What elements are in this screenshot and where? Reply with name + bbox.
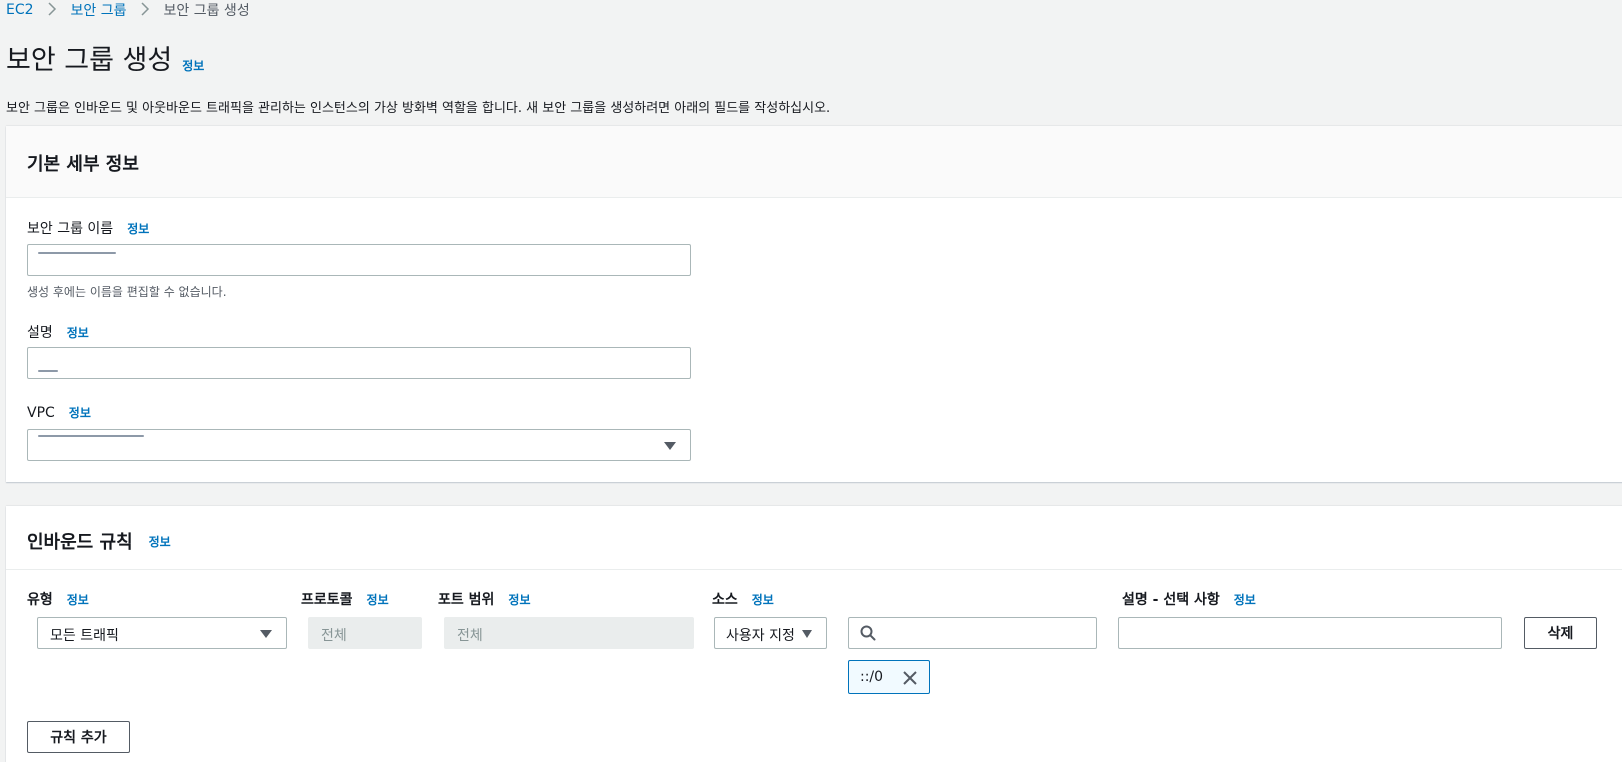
inbound-rules-panel: 인바운드 규칙 정보 유형 정보 프로토콜 정보 포트 범위 정보 소스 정보 … — [6, 506, 1622, 762]
breadcrumb-ec2[interactable]: EC2 — [6, 2, 34, 18]
page-title: 보안 그룹 생성 — [6, 45, 173, 76]
col-protocol-header: 프로토콜 — [301, 592, 353, 608]
rule-protocol-value: 전체 — [321, 628, 347, 644]
rule-source-mode-value: 사용자 지정 — [726, 628, 795, 644]
col-protocol-info-link[interactable]: 정보 — [367, 591, 389, 608]
page-info-link[interactable]: 정보 — [182, 57, 204, 74]
rule-source-search-input[interactable] — [848, 617, 1097, 649]
close-icon[interactable] — [903, 670, 917, 689]
source-token-value: ::/0 — [860, 669, 884, 685]
page-description: 보안 그룹은 인바운드 및 아웃바운드 트래픽을 관리하는 인스턴스의 가상 방… — [6, 101, 831, 116]
caret-down-icon — [664, 442, 676, 450]
caret-down-icon — [802, 630, 812, 638]
col-type-info-link[interactable]: 정보 — [67, 591, 89, 608]
chevron-right-icon — [48, 1, 57, 20]
basic-details-heading: 기본 세부 정보 — [27, 154, 139, 175]
description-field[interactable] — [27, 347, 691, 379]
vpc-select[interactable] — [27, 429, 691, 461]
rule-source-mode-select[interactable]: 사용자 지정 — [714, 617, 827, 649]
col-description-header: 설명 - 선택 사항 — [1122, 592, 1220, 608]
delete-rule-button[interactable]: 삭제 — [1524, 617, 1597, 649]
caret-down-icon — [260, 630, 272, 638]
rule-type-select[interactable]: 모든 트래픽 — [37, 617, 287, 649]
rule-port-value: 전체 — [457, 628, 483, 644]
breadcrumb-current: 보안 그룹 생성 — [163, 3, 250, 19]
vpc-info-link[interactable]: 정보 — [69, 404, 91, 421]
sg-name-info-link[interactable]: 정보 — [127, 220, 149, 237]
rule-description-field[interactable] — [1118, 617, 1502, 649]
search-icon — [860, 625, 876, 645]
add-rule-button[interactable]: 규칙 추가 — [27, 721, 130, 753]
description-label: 설명 — [27, 325, 53, 341]
col-port-info-link[interactable]: 정보 — [508, 591, 530, 608]
breadcrumb: EC2 보안 그룹 보안 그룹 생성 — [6, 0, 250, 20]
col-description-info-link[interactable]: 정보 — [1234, 591, 1256, 608]
rule-protocol-field: 전체 — [308, 617, 422, 649]
basic-details-panel: 기본 세부 정보 보안 그룹 이름 정보 생성 후에는 이름을 편집할 수 없습… — [6, 126, 1622, 482]
inbound-rules-heading: 인바운드 규칙 — [27, 532, 133, 553]
col-port-header: 포트 범위 — [438, 592, 495, 608]
col-source-info-link[interactable]: 정보 — [752, 591, 774, 608]
source-token: ::/0 — [848, 660, 930, 694]
inbound-rules-info-link[interactable]: 정보 — [149, 533, 171, 550]
chevron-right-icon — [140, 1, 150, 20]
sg-name-label: 보안 그룹 이름 — [27, 221, 114, 237]
rule-type-value: 모든 트래픽 — [50, 628, 119, 644]
col-source-header: 소스 — [712, 592, 738, 608]
col-type-header: 유형 — [27, 592, 53, 608]
rule-port-field: 전체 — [444, 617, 694, 649]
sg-name-hint: 생성 후에는 이름을 편집할 수 없습니다. — [27, 285, 227, 299]
sg-name-field[interactable] — [27, 244, 691, 276]
description-info-link[interactable]: 정보 — [67, 324, 89, 341]
breadcrumb-security-groups[interactable]: 보안 그룹 — [71, 0, 127, 20]
vpc-label: VPC — [27, 404, 55, 421]
